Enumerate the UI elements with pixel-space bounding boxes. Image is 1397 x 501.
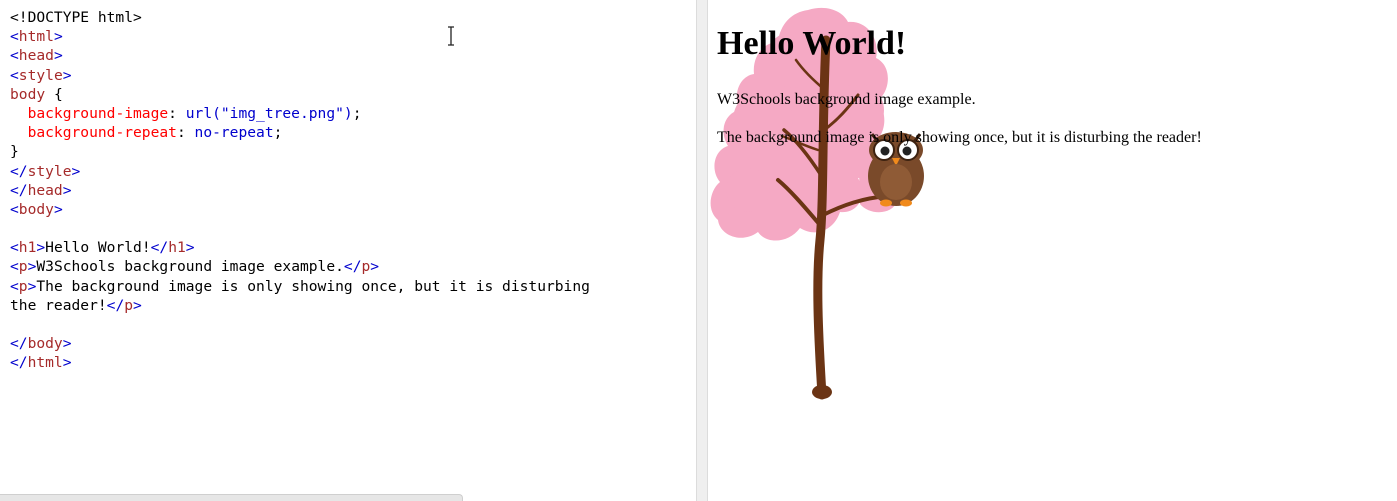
code-line[interactable]: <style>	[10, 66, 590, 85]
code-token: >	[53, 28, 63, 46]
code-editor-pane[interactable]: <!DOCTYPE html> <html> <head> <style> body {…	[0, 0, 696, 501]
code-line[interactable]: </head>	[10, 181, 590, 200]
code-token: >	[62, 335, 72, 353]
code-line[interactable]: </body>	[10, 334, 590, 353]
text-cursor-icon	[448, 26, 454, 46]
code-token: background-repeat	[27, 124, 177, 142]
editor-status-bar	[0, 494, 463, 501]
code-token: >	[370, 258, 380, 276]
code-token: </	[10, 181, 28, 199]
code-token: no-repeat	[194, 124, 274, 142]
code-token: <	[10, 258, 19, 276]
code-line[interactable]: <!DOCTYPE html>	[10, 8, 590, 27]
code-token: </	[10, 335, 28, 353]
code-line[interactable]: background-repeat: no-repeat;	[10, 123, 590, 142]
code-line[interactable]: <p>W3Schools background image example.</…	[10, 257, 590, 276]
code-token: <	[10, 277, 19, 295]
code-token: h1	[168, 239, 186, 257]
code-token: </	[343, 258, 362, 276]
code-token: head	[18, 47, 54, 65]
code-token: ;	[273, 124, 283, 142]
code-token: head	[27, 181, 63, 199]
code-line[interactable]: </html>	[10, 353, 590, 372]
code-token: </	[106, 296, 125, 314]
code-token: <!DOCTYPE html>	[10, 9, 142, 26]
code-token: >	[185, 239, 195, 257]
code-token: p	[361, 258, 371, 276]
code-token: {	[45, 85, 63, 103]
code-token: W3Schools background image example.	[36, 258, 344, 276]
code-token: p	[18, 258, 28, 276]
code-token: >	[62, 66, 72, 84]
code-token: background-image	[27, 104, 169, 122]
code-token: >	[36, 239, 46, 257]
code-token: url("img_tree.png")	[185, 104, 353, 122]
code-line[interactable]: </style>	[10, 162, 590, 181]
result-document: Hello World! W3Schools background image …	[717, 0, 1397, 146]
code-token: :	[176, 124, 195, 142]
code-token: >	[62, 354, 72, 372]
code-line[interactable]: <h1>Hello World!</h1>	[10, 238, 590, 257]
code-line[interactable]	[10, 315, 590, 334]
code-token: html	[18, 28, 54, 46]
code-token: Hello World!	[45, 239, 151, 257]
code-line[interactable]: body {	[10, 85, 590, 104]
code-line[interactable]	[10, 219, 590, 238]
code-token: style	[27, 162, 72, 180]
code-token: <	[10, 200, 19, 218]
code-token: body	[18, 200, 54, 218]
code-line[interactable]: <html>	[10, 27, 590, 46]
code-line[interactable]: <p>The background image is only showing …	[10, 277, 590, 296]
result-paragraph-1: W3Schools background image example.	[717, 91, 976, 108]
code-token: <	[10, 239, 19, 257]
code-token: p	[124, 296, 134, 314]
code-token: >	[71, 162, 81, 180]
code-token: body	[10, 85, 46, 103]
code-token: >	[53, 200, 63, 218]
code-token: </	[150, 239, 169, 257]
result-preview-pane: Hello World! W3Schools background image …	[708, 0, 1397, 501]
code-token: style	[18, 66, 63, 84]
code-token: <	[10, 66, 19, 84]
code-token: >	[53, 47, 63, 65]
code-token: >	[62, 181, 72, 199]
code-token: }	[10, 143, 19, 161]
code-line[interactable]: <head>	[10, 46, 590, 65]
code-token: h1	[18, 239, 37, 257]
code-token: </	[10, 354, 28, 372]
code-token: </	[10, 162, 28, 180]
code-token: <	[10, 28, 19, 46]
result-paragraph-2: The background image is only showing onc…	[717, 129, 1202, 146]
code-token: The background image is only showing onc…	[36, 277, 590, 295]
code-token: >	[133, 296, 142, 314]
code-token: body	[27, 335, 63, 353]
code-token: :	[168, 104, 186, 122]
code-line[interactable]: }	[10, 142, 590, 161]
code-token: the reader!	[10, 296, 107, 314]
code-line[interactable]: background-image: url("img_tree.png");	[10, 104, 590, 123]
pane-splitter-handle[interactable]	[696, 0, 708, 501]
code-editor-text[interactable]: <!DOCTYPE html> <html> <head> <style> body {…	[10, 8, 590, 373]
code-token: p	[18, 277, 28, 295]
code-token: html	[27, 354, 63, 372]
result-heading: Hello World!	[717, 25, 907, 62]
code-token: ;	[352, 104, 362, 122]
code-line[interactable]: the reader!</p>	[10, 296, 590, 315]
code-token: <	[10, 47, 19, 65]
code-line[interactable]: <body>	[10, 200, 590, 219]
